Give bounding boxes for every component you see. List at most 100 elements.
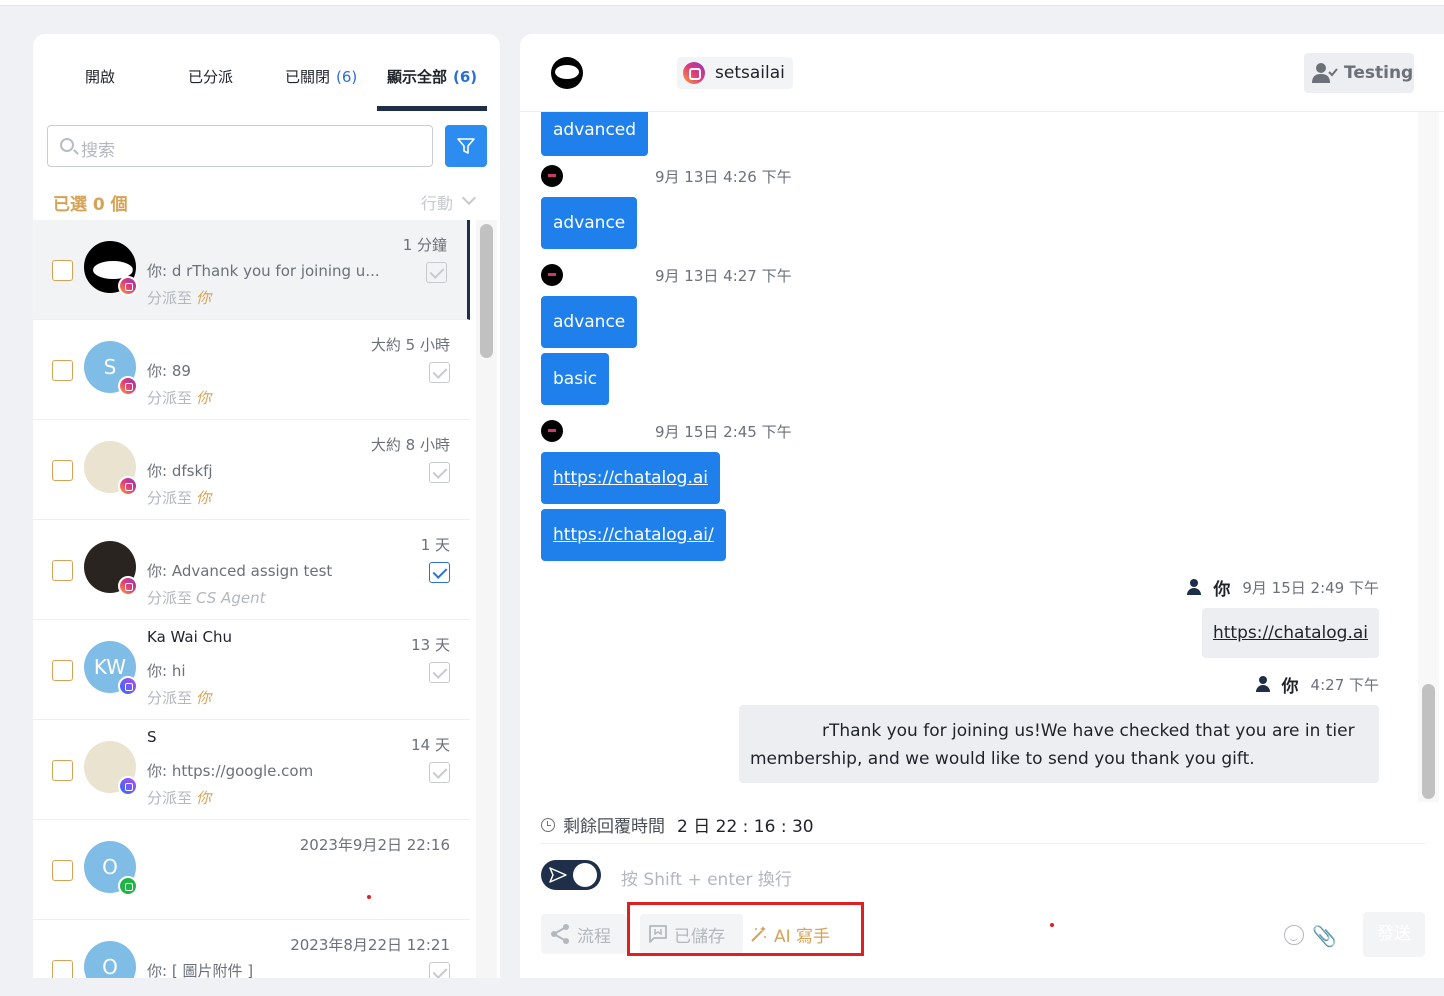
mark-done-checkbox[interactable]: [429, 562, 450, 583]
select-checkbox[interactable]: [52, 960, 73, 978]
share-icon: [551, 924, 569, 944]
assignee: 你: [196, 389, 212, 407]
tab-assigned[interactable]: 已分派: [188, 66, 233, 87]
sender-avatar: [541, 264, 563, 286]
mark-done-checkbox[interactable]: [429, 462, 450, 483]
assignment: 分派至你: [147, 287, 211, 308]
mark-done-checkbox[interactable]: [429, 962, 450, 978]
select-checkbox[interactable]: [52, 460, 73, 481]
reply-timer: 剩餘回覆時間 2 日 22 : 16 : 30: [541, 812, 814, 837]
tab-closed[interactable]: 已關閉 (6): [285, 66, 357, 87]
action-dropdown[interactable]: 行動: [421, 190, 453, 214]
incoming-link-message: https://chatalog.ai/: [541, 509, 726, 561]
sender-row: 9月 13日 4:26 下午: [541, 165, 792, 187]
conversation-item[interactable]: S 14 天 你: https://google.com 分派至你: [33, 720, 470, 820]
conversation-item[interactable]: O 2023年9月2日 22:16: [33, 820, 470, 920]
mark-done-checkbox[interactable]: [429, 662, 450, 683]
incoming-message: advance: [541, 296, 638, 348]
select-checkbox[interactable]: [52, 760, 73, 781]
instagram-icon: [118, 476, 138, 496]
reply-timer-value: 2 日 22 : 16 : 30: [677, 817, 814, 837]
incoming-link-message: https://chatalog.ai: [541, 452, 721, 504]
toggle-knob: [573, 863, 597, 887]
conversation-item[interactable]: O 2023年8月22日 12:21 你: [ 圖片附件 ]: [33, 920, 470, 978]
assignment: 分派至你: [147, 787, 211, 808]
avatar: O: [84, 941, 136, 978]
conversation-time: 大約 5 小時: [370, 336, 450, 354]
conversation-item[interactable]: KW Ka Wai Chu 13 天 你: hi 分派至你: [33, 620, 470, 720]
sender-row: 9月 15日 2:45 下午: [541, 420, 792, 442]
assign-label: 分派至: [147, 589, 193, 607]
message-time: 9月 13日 4:26 下午: [655, 167, 792, 186]
send-mode-toggle[interactable]: [541, 860, 601, 890]
select-checkbox[interactable]: [52, 260, 73, 281]
send-button[interactable]: 發送: [1363, 912, 1425, 957]
my-sender-row: 你 9月 15日 2:49 下午: [1187, 576, 1379, 600]
conversation-time: 13 天: [411, 636, 450, 654]
assignment: 分派至你: [147, 687, 211, 708]
assignee: 你: [196, 289, 212, 307]
contact-name: [147, 528, 367, 550]
outgoing-link-message: https://chatalog.ai: [1201, 608, 1379, 658]
message-link[interactable]: https://chatalog.ai: [553, 468, 708, 488]
conversation-time: 14 天: [411, 736, 450, 754]
assignee: CS Agent: [196, 589, 266, 607]
conversation-item[interactable]: 大約 8 小時 你: dfskfj 分派至你: [33, 420, 470, 520]
last-message: 你: hi: [147, 662, 186, 680]
message-link[interactable]: https://chatalog.ai: [1213, 623, 1368, 643]
emoji-icon[interactable]: [1284, 925, 1304, 945]
incoming-message: advance: [541, 197, 638, 249]
last-message: 你: Advanced assign test: [147, 562, 333, 580]
assign-label: 分派至: [147, 789, 193, 807]
active-tab-indicator: [377, 106, 487, 111]
message-list: advanced 9月 13日 4:26 下午 advance 9月 13日 4…: [520, 112, 1430, 802]
message-input[interactable]: 按 Shift + enter 換行: [621, 865, 792, 890]
search-icon: [60, 138, 74, 152]
conversation-item[interactable]: 1 分鐘 你: d rThank you for joining u... 分派…: [33, 220, 470, 320]
message-line: membership, and we would like to send yo…: [750, 749, 1255, 769]
conversation-time: 1 天: [420, 536, 450, 554]
search-input[interactable]: 搜索: [47, 125, 433, 167]
conversation-time: 2023年9月2日 22:16: [299, 836, 450, 854]
agent-assign-button[interactable]: Testing: [1304, 53, 1414, 93]
mark-done-checkbox[interactable]: [426, 262, 447, 283]
message-time: 9月 15日 2:45 下午: [655, 422, 792, 441]
user-check-icon: [1312, 63, 1338, 83]
contact-avatar: [551, 57, 583, 89]
chevron-down-icon[interactable]: [461, 190, 477, 206]
agent-name: Testing: [1344, 63, 1414, 83]
conversation-item[interactable]: S 大約 5 小時 你: 89 分派至你: [33, 320, 470, 420]
mark-done-checkbox[interactable]: [429, 762, 450, 783]
conversation-time: 1 分鐘: [402, 236, 447, 254]
divider: [541, 843, 1425, 844]
channel-chip: setsailai: [677, 57, 793, 89]
instagram-icon: [118, 576, 138, 596]
tab-open[interactable]: 開啟: [85, 66, 115, 87]
select-checkbox[interactable]: [52, 860, 73, 881]
tab-show-all[interactable]: 顯示全部 (6): [387, 66, 477, 87]
list-scrollbar[interactable]: [480, 224, 493, 358]
sender-row: 9月 13日 4:27 下午: [541, 264, 792, 286]
my-name: 你: [1281, 676, 1299, 697]
select-checkbox[interactable]: [52, 660, 73, 681]
search-placeholder: 搜索: [81, 141, 115, 161]
conversation-item[interactable]: 1 天 你: Advanced assign test 分派至 CS Agent: [33, 520, 470, 620]
flow-label: 流程: [577, 926, 611, 947]
message-link[interactable]: https://chatalog.ai/: [553, 525, 714, 545]
select-checkbox[interactable]: [52, 360, 73, 381]
last-message: 你: [ 圖片附件 ]: [147, 962, 254, 978]
last-message: 你: 89: [147, 362, 191, 380]
my-name: 你: [1213, 579, 1231, 600]
instagram-icon: [683, 62, 705, 84]
filter-button[interactable]: [445, 125, 487, 167]
flow-button[interactable]: 流程: [541, 914, 627, 954]
timer-icon: [541, 817, 555, 832]
select-checkbox[interactable]: [52, 560, 73, 581]
assign-label: 分派至: [147, 689, 193, 707]
attachment-icon[interactable]: 📎: [1312, 924, 1337, 948]
annotation-dot: [1050, 923, 1054, 927]
message-time: 9月 13日 4:27 下午: [655, 266, 792, 285]
status-tabs: 開啟 已分派 已關閉 (6) 顯示全部 (6): [33, 34, 500, 112]
assign-label: 分派至: [147, 289, 193, 307]
mark-done-checkbox[interactable]: [429, 362, 450, 383]
